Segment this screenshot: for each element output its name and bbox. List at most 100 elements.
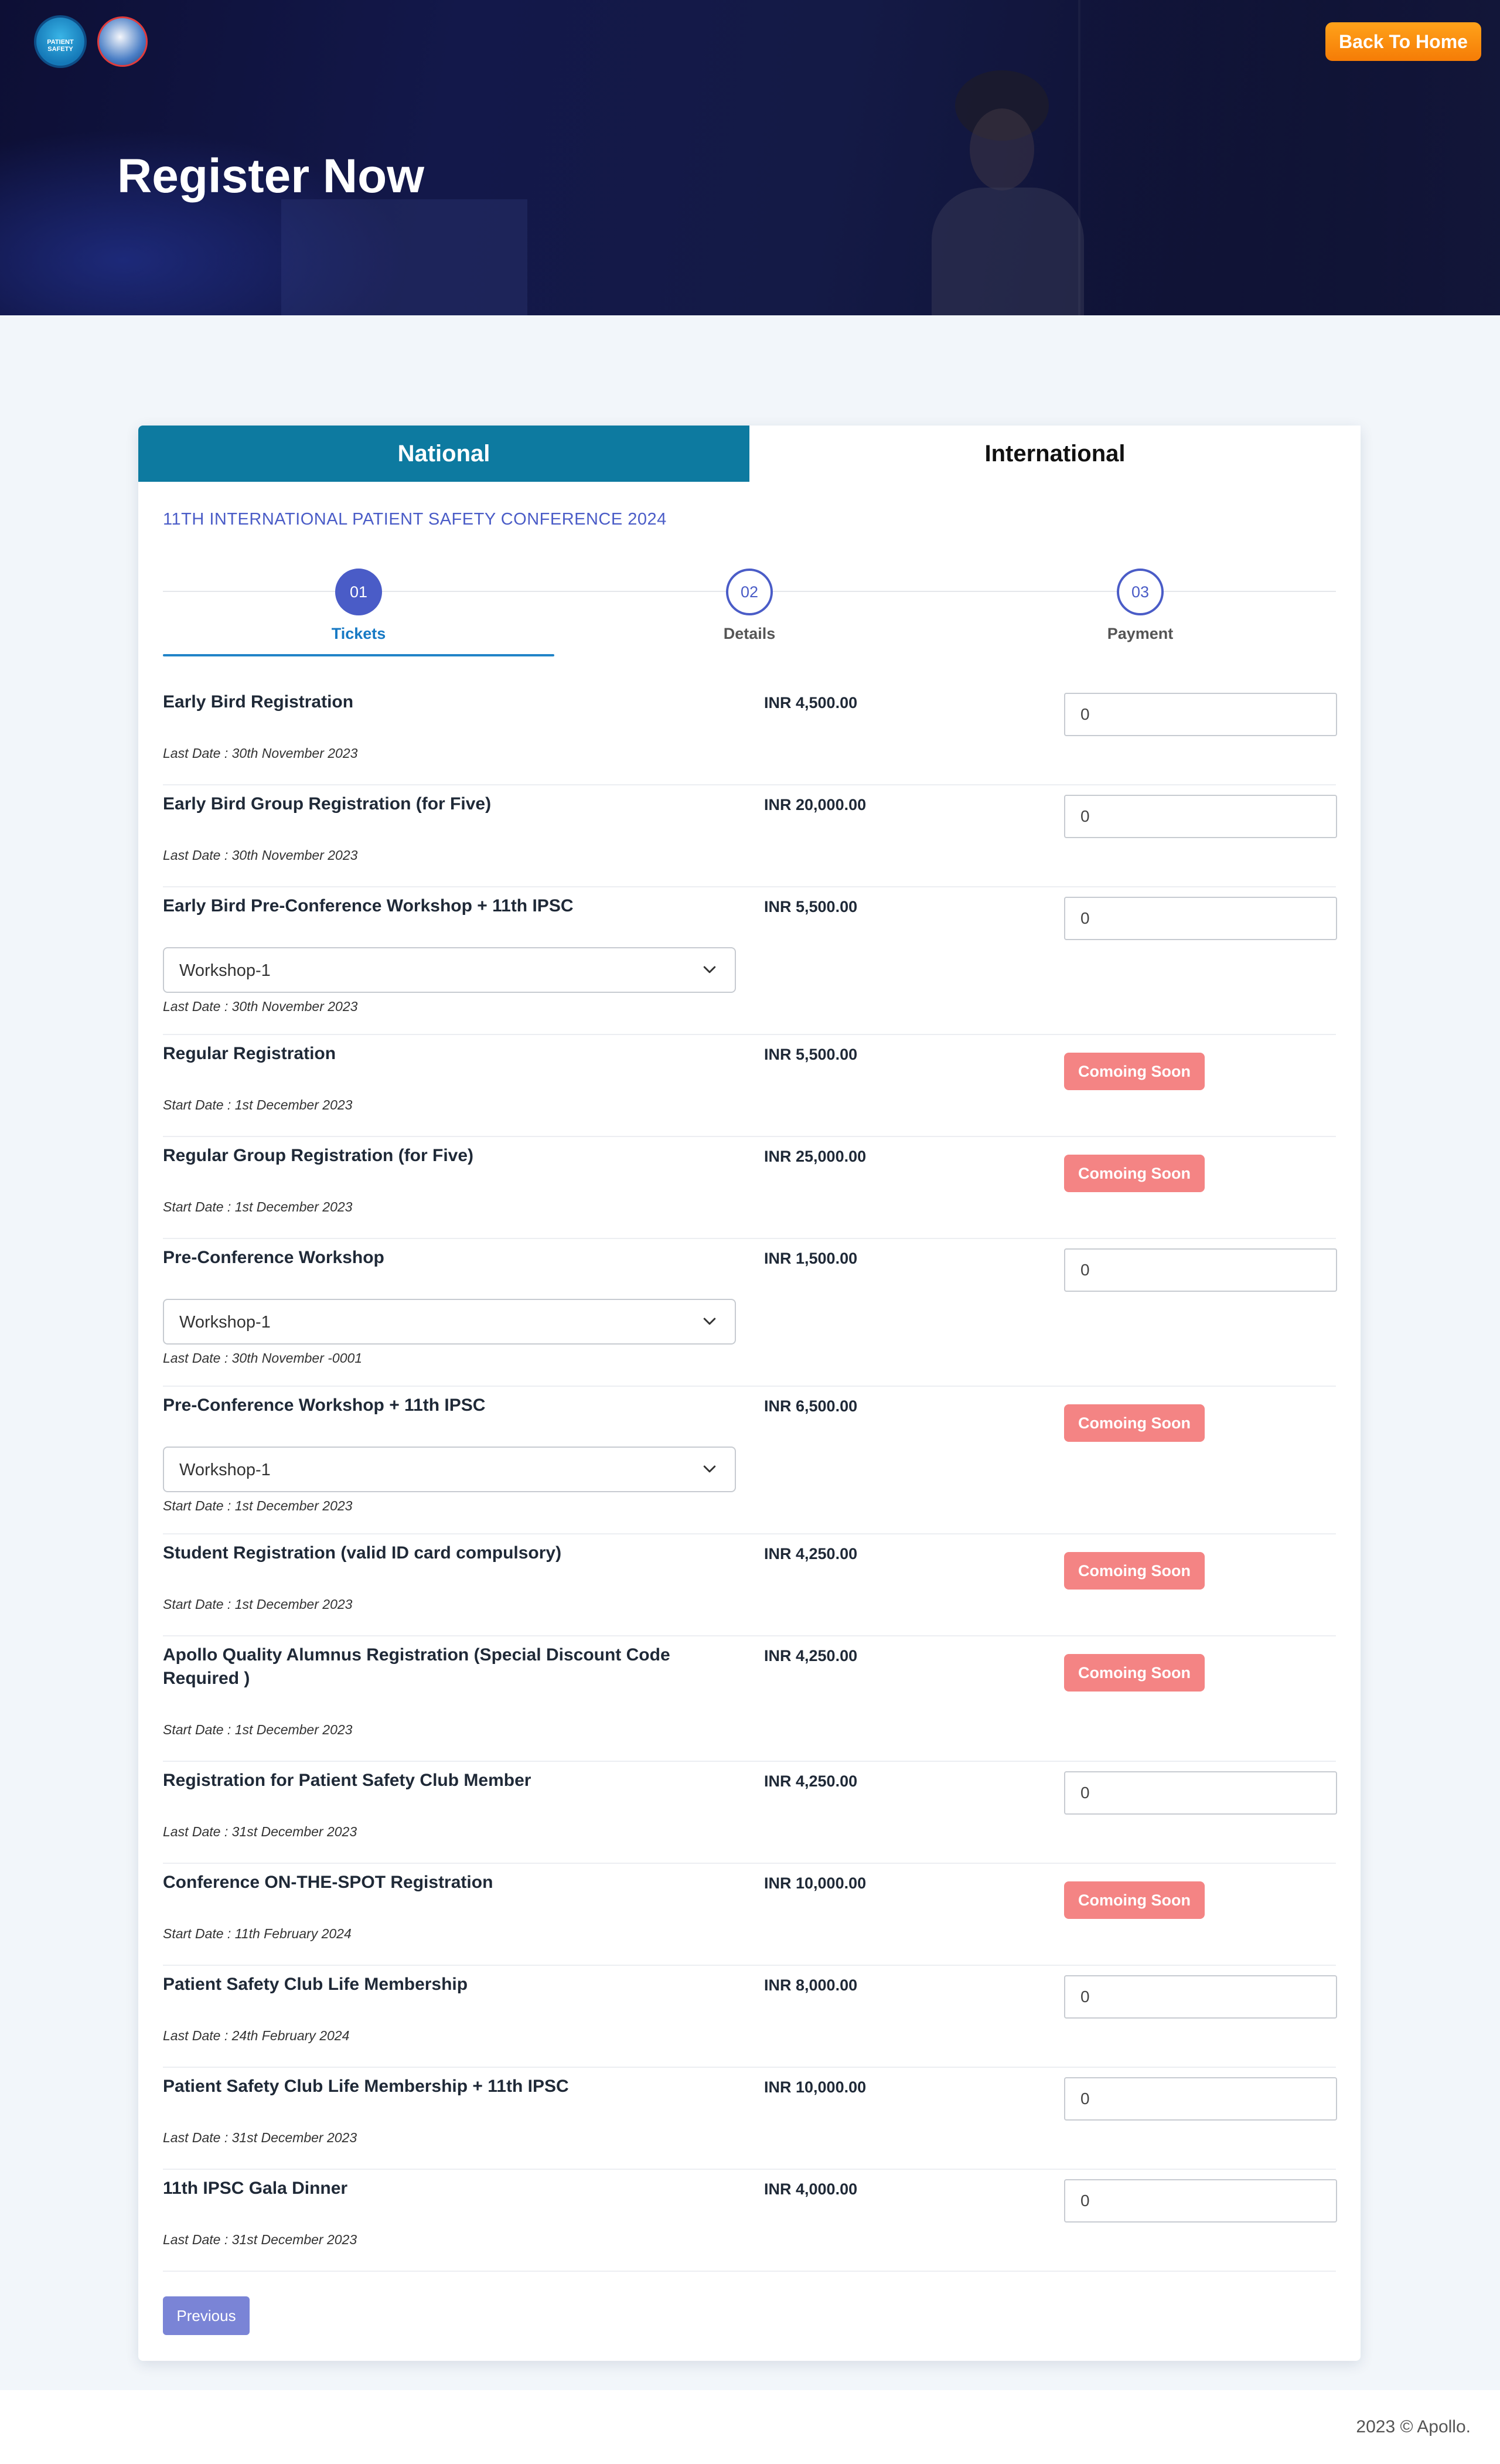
quantity-input[interactable] (1064, 897, 1337, 940)
workshop-select-value: Workshop-1 (179, 1461, 271, 1479)
ticket-date: Start Date : 1st December 2023 (163, 1498, 353, 1513)
hero-stage-light (281, 199, 527, 315)
ticket-name: Early Bird Pre-Conference Workshop + 11t… (163, 896, 574, 916)
tab-national[interactable]: National (138, 426, 749, 482)
ticket-date: Last Date : 30th November -0001 (163, 1350, 363, 1366)
workshop-select-value: Workshop-1 (179, 1313, 271, 1332)
hero-banner: PATIENT SAFETY Back To Home Register Now (0, 0, 1500, 315)
ticket-row: Pre-Conference Workshop + 11th IPSC INR 6… (163, 1387, 1336, 1534)
page-title: Register Now (117, 149, 424, 203)
previous-button[interactable]: Previous (163, 2296, 250, 2335)
step-payment-label: Payment (1107, 625, 1174, 642)
ticket-row: Regular Registration INR 5,500.00 Comoing … (163, 1035, 1336, 1137)
quantity-input[interactable] (1064, 1975, 1337, 2019)
ticket-row: Apollo Quality Alumnus Registration (Spe… (163, 1636, 1336, 1762)
ticket-price: INR 8,000.00 (764, 1976, 858, 1994)
ticket-date: Start Date : 1st December 2023 (163, 1097, 353, 1112)
step-details[interactable]: 02 (726, 569, 773, 615)
ticket-price: INR 1,500.00 (764, 1250, 858, 1267)
ticket-row: Early Bird Group Registration (for Five)… (163, 785, 1337, 887)
ticket-row: Patient Safety Club Life Membership INR 8… (163, 1966, 1337, 2068)
conference-title: 11TH INTERNATIONAL PATIENT SAFETY CONFER… (163, 510, 667, 529)
ticket-row: Conference ON-THE-SPOT Registration INR 1… (163, 1864, 1336, 1966)
coming-soon-badge: Comoing Soon (1064, 1155, 1205, 1192)
ticket-row: Pre-Conference Workshop INR 1,500.00 Works… (163, 1239, 1337, 1387)
ticket-date: Start Date : 1st December 2023 (163, 1722, 353, 1737)
coming-soon-badge: Comoing Soon (1064, 1552, 1205, 1590)
ticket-row: 11th IPSC Gala Dinner INR 4,000.00 Last Da… (163, 2170, 1337, 2272)
ticket-name: Regular Group Registration (for Five) (163, 1146, 474, 1165)
step-payment[interactable]: 03 (1117, 569, 1164, 615)
ticket-price: INR 5,500.00 (764, 898, 858, 916)
ticket-price: INR 20,000.00 (764, 796, 867, 814)
chevron-down-icon (701, 1461, 718, 1478)
ticket-name: Early Bird Registration (163, 692, 354, 712)
ticket-date: Last Date : 31st December 2023 (163, 1824, 357, 1839)
ticket-date: Last Date : 31st December 2023 (163, 2232, 357, 2247)
ticket-price: INR 5,500.00 (764, 1046, 858, 1063)
ticket-name: Pre-Conference Workshop (163, 1248, 384, 1267)
ticket-row: Registration for Patient Safety Club Mem… (163, 1762, 1337, 1864)
ticket-name: Early Bird Group Registration (for Five) (163, 794, 492, 814)
ticket-row: Regular Group Registration (for Five) INR… (163, 1137, 1336, 1239)
workshop-select-value: Workshop-1 (179, 961, 271, 980)
ticket-price: INR 10,000.00 (764, 1874, 867, 1892)
quantity-input[interactable] (1064, 1248, 1337, 1292)
quantity-input[interactable] (1064, 693, 1337, 736)
ticket-row: Student Registration (valid ID card comp… (163, 1534, 1336, 1636)
conference-globe-logo[interactable] (97, 16, 148, 67)
patient-safety-logo[interactable]: PATIENT SAFETY (34, 15, 87, 68)
ticket-price: INR 6,500.00 (764, 1397, 858, 1415)
ticket-name: Pre-Conference Workshop + 11th IPSC (163, 1396, 486, 1415)
back-to-home-button[interactable]: Back To Home (1325, 22, 1481, 61)
ticket-row: Early Bird Pre-Conference Workshop + 11t… (163, 887, 1337, 1035)
ticket-name: 11th IPSC Gala Dinner (163, 2179, 348, 2198)
step-details-label: Details (723, 625, 776, 642)
quantity-input[interactable] (1064, 2179, 1337, 2223)
ticket-price: INR 4,250.00 (764, 1545, 858, 1563)
ticket-name: Patient Safety Club Life Membership (163, 1975, 468, 1994)
coming-soon-badge: Comoing Soon (1064, 1053, 1205, 1090)
ticket-name: Conference ON-THE-SPOT Registration (163, 1873, 493, 1892)
ticket-date: Start Date : 11th February 2024 (163, 1926, 352, 1941)
coming-soon-badge: Comoing Soon (1064, 1404, 1205, 1442)
hero-speaker-body (932, 188, 1084, 315)
coming-soon-badge: Comoing Soon (1064, 1654, 1205, 1692)
chevron-down-icon (701, 961, 718, 979)
ticket-name: Registration for Patient Safety Club Mem… (163, 1771, 531, 1790)
ticket-date: Last Date : 24th February 2024 (163, 2028, 350, 2043)
ticket-date: Last Date : 31st December 2023 (163, 2130, 357, 2145)
coming-soon-badge: Comoing Soon (1064, 1881, 1205, 1919)
ticket-price: INR 4,250.00 (764, 1647, 858, 1665)
ticket-name: Apollo Quality Alumnus Registration (Spe… (163, 1645, 670, 1688)
tab-international[interactable]: International (749, 426, 1361, 482)
ticket-date: Last Date : 30th November 2023 (163, 999, 358, 1014)
ticket-name: Regular Registration (163, 1044, 336, 1063)
ticket-row: Patient Safety Club Life Membership + 11… (163, 2068, 1337, 2170)
workshop-select[interactable]: Workshop-1 (163, 1299, 736, 1345)
ticket-price: INR 4,500.00 (764, 694, 858, 712)
ticket-price: INR 4,000.00 (764, 2180, 858, 2198)
logo-text: PATIENT SAFETY (47, 39, 74, 53)
quantity-input[interactable] (1064, 1771, 1337, 1815)
tab-bar: National International (138, 426, 1361, 482)
ticket-date: Start Date : 1st December 2023 (163, 1597, 353, 1612)
ticket-date: Last Date : 30th November 2023 (163, 746, 358, 761)
quantity-input[interactable] (1064, 2077, 1337, 2121)
hero-speaker-head (970, 108, 1034, 190)
ticket-name: Student Registration (valid ID card comp… (163, 1543, 562, 1563)
step-tickets[interactable]: 01 (335, 569, 382, 615)
copyright-text: 2023 © Apollo. (1356, 2417, 1471, 2436)
ticket-price: INR 10,000.00 (764, 2078, 867, 2096)
ticket-name: Patient Safety Club Life Membership + 11… (163, 2077, 569, 2096)
active-step-underline (163, 654, 554, 656)
registration-card: National International 11TH INTERNATIONA… (138, 426, 1361, 2361)
workshop-select[interactable]: Workshop-1 (163, 1447, 736, 1492)
ticket-date: Start Date : 1st December 2023 (163, 1199, 353, 1214)
quantity-input[interactable] (1064, 795, 1337, 838)
ticket-price: INR 25,000.00 (764, 1148, 867, 1165)
hero-divider (1078, 0, 1080, 315)
ticket-price: INR 4,250.00 (764, 1772, 858, 1790)
workshop-select[interactable]: Workshop-1 (163, 947, 736, 993)
step-tickets-label: Tickets (331, 625, 386, 642)
